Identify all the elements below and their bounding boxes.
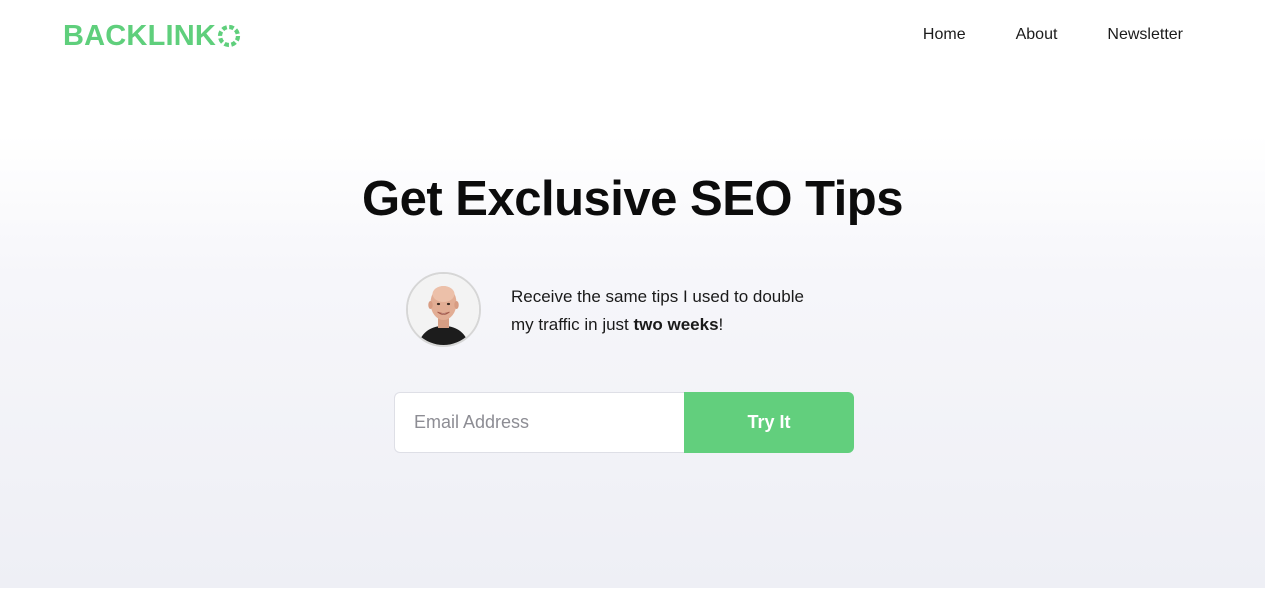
intro-text: Receive the same tips I used to double m… — [511, 283, 871, 339]
signup-form: Try It — [394, 392, 854, 453]
intro-line-2-prefix: my traffic in just — [511, 315, 634, 334]
page-title: Get Exclusive SEO Tips — [362, 172, 903, 226]
email-field[interactable] — [394, 392, 685, 453]
bottom-divider — [0, 588, 1265, 601]
try-it-button[interactable]: Try It — [684, 392, 854, 453]
intro-line-2-suffix: ! — [718, 315, 724, 334]
logo-ring-icon — [217, 24, 241, 48]
backlinko-logo[interactable]: BACKLINK — [63, 20, 241, 52]
site-header: BACKLINK Home About Newsletter — [0, 0, 1265, 72]
intro-block: Receive the same tips I used to double m… — [406, 272, 866, 348]
nav-newsletter-link[interactable]: Newsletter — [1107, 25, 1183, 45]
nav-about-link[interactable]: About — [1016, 25, 1058, 45]
logo-text: BACKLINK — [63, 19, 217, 52]
page: BACKLINK Home About Newsletter Get Exclu… — [0, 0, 1265, 601]
nav-home-link[interactable]: Home — [923, 25, 966, 45]
person-photo-icon — [408, 274, 479, 345]
avatar — [406, 272, 481, 347]
main-nav: Home About Newsletter — [873, 25, 1183, 45]
intro-line-1: Receive the same tips I used to double — [511, 287, 804, 306]
hero-section: Get Exclusive SEO Tips Receive the same … — [0, 72, 1265, 588]
intro-highlight: two weeks — [633, 315, 719, 334]
